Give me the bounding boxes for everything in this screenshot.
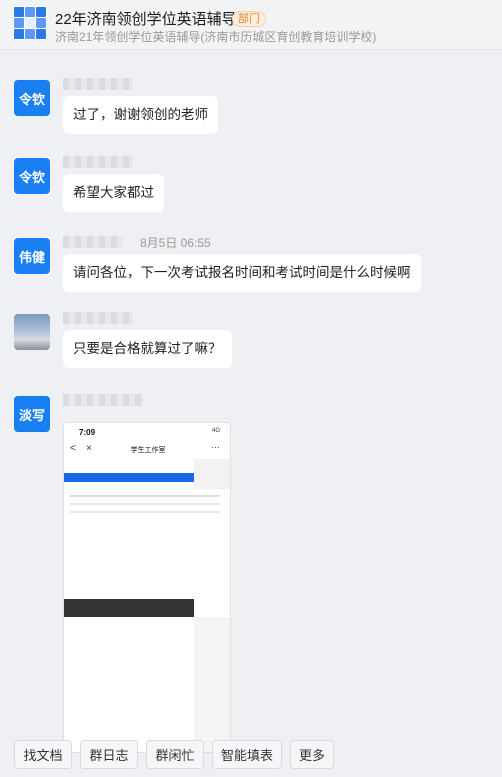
signal-indicator: 4G: [211, 428, 220, 434]
message-bubble[interactable]: 只要是合格就算过了嘛？: [63, 330, 232, 368]
avatar[interactable]: 伟健: [14, 238, 50, 274]
group-log-button[interactable]: 群日志: [80, 740, 138, 769]
more-button[interactable]: 更多: [290, 740, 334, 769]
group-subtitle: 济南21年领创学位英语辅导(济南市历城区育创教育培训学校): [55, 30, 377, 44]
message-bubble[interactable]: 过了，谢谢领创的老师: [63, 96, 218, 134]
department-badge: 部门: [232, 11, 266, 27]
avatar[interactable]: 淡写: [14, 396, 50, 432]
image-table-row: [70, 495, 220, 497]
group-avatar[interactable]: [13, 6, 47, 40]
image-region: [64, 599, 194, 617]
avatar[interactable]: 令钦: [14, 80, 50, 116]
message-time: 8月5日 06:55: [140, 236, 211, 250]
image-region: [194, 459, 230, 489]
sender-name-redacted: [63, 236, 123, 248]
bottom-toolbar: 找文档 群日志 群闲忙 智能填表 更多: [0, 736, 502, 777]
chat-header: 22年济南领创学位英语辅导 部门 济南21年领创学位英语辅导(济南市历城区育创教…: [0, 0, 502, 50]
image-table-row: [70, 511, 220, 513]
sender-name-redacted: [63, 156, 133, 168]
image-message[interactable]: 7:09 4G < × 学生工作室 ···: [63, 422, 231, 753]
group-busy-button[interactable]: 群闲忙: [146, 740, 204, 769]
message-bubble[interactable]: 请问各位，下一次考试报名时间和考试时间是什么时候啊: [63, 254, 421, 292]
image-region: [64, 473, 194, 482]
sender-name-redacted: [63, 78, 133, 90]
avatar[interactable]: [14, 314, 50, 350]
image-region: [64, 617, 194, 752]
find-doc-button[interactable]: 找文档: [14, 740, 72, 769]
sender-name-redacted: [63, 312, 133, 324]
image-table-row: [70, 503, 220, 505]
sender-name-redacted: [63, 394, 143, 406]
nav-title: 学生工作室: [130, 447, 166, 454]
message-bubble[interactable]: 希望大家都过: [63, 174, 164, 212]
smart-form-button[interactable]: 智能填表: [212, 740, 282, 769]
more-icon: ···: [211, 442, 220, 452]
status-time: 7:09: [79, 428, 96, 437]
group-title[interactable]: 22年济南领创学位英语辅导: [55, 8, 237, 29]
avatar[interactable]: 令钦: [14, 158, 50, 194]
